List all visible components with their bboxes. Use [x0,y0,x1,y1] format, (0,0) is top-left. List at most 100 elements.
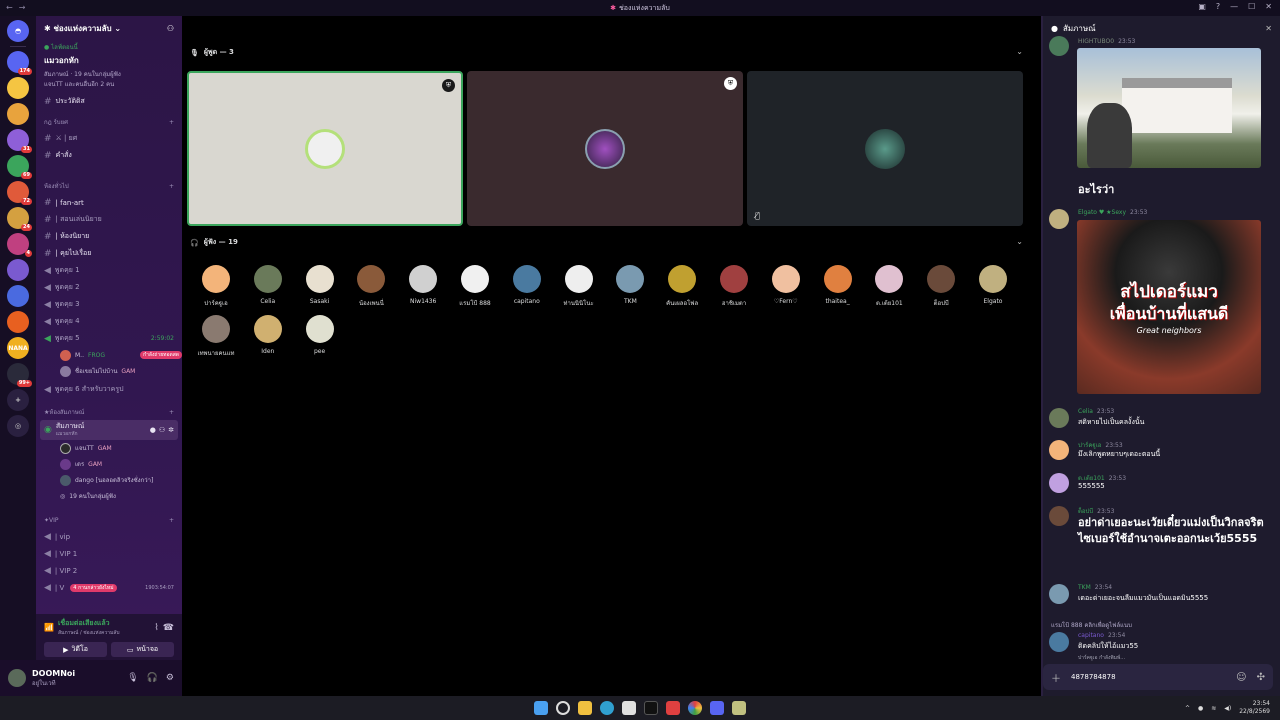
inbox-icon[interactable]: ▣ [1198,2,1206,11]
server-icon[interactable]: 99+ [7,363,32,387]
voice-channel-5[interactable]: ◀ พูดคุย 5 2:59:02 [36,330,182,347]
emoji-icon[interactable]: ☺ [1236,672,1246,683]
voice-user[interactable]: M.. FROG กำลังถ่ายทอดสด [36,347,182,363]
channel-history[interactable]: # ประวัติดิส [36,93,182,110]
microphone-icon[interactable]: 🎙 [127,673,138,683]
listener[interactable]: pee [295,315,345,355]
speaker-tile[interactable]: 🎙̸ [747,71,1023,226]
server-icon[interactable]: 72 [7,181,32,205]
listener[interactable]: ปาร์คฐูเอ [191,265,241,308]
edge-icon[interactable] [600,701,614,715]
voice-channel-2[interactable]: ◀ พูดคุย 2 [36,279,182,296]
vip-channel-3[interactable]: ◀ | V 4 กานกล่าวยังไหม่ 1903:54:07 [36,579,182,596]
noise-suppression-icon[interactable]: ⌇ [154,623,158,633]
server-icon[interactable]: 69 [7,155,32,179]
clock[interactable]: 23:54 22/8/2569 [1239,700,1270,716]
add-channel-icon[interactable]: + [169,119,174,126]
app-icon[interactable] [732,701,746,715]
chevron-up-icon[interactable]: ^ [1185,705,1190,712]
server-icon[interactable]: 24 [7,207,32,231]
listener[interactable]: น้องเพนนี่ [346,265,396,308]
listener[interactable]: TKM [605,265,655,305]
listener[interactable]: ท่านนินิโนะ [554,265,604,308]
channel-fan-art[interactable]: # | fan-art [36,194,182,211]
maximize-button[interactable]: ☐ [1248,2,1255,11]
listener[interactable]: ต.เต้ย101 [864,265,914,308]
close-icon[interactable]: ✕ [1265,24,1272,33]
vip-channel-2[interactable]: ◀ | VIP 2 [36,562,182,579]
signal-icon[interactable]: 📶 [44,623,54,632]
discover-icon[interactable]: ◎ [7,415,29,437]
add-channel-icon[interactable]: + [169,183,174,190]
message-avatar[interactable] [1049,632,1069,652]
chevron-down-icon[interactable]: ⌄ [1016,237,1023,246]
nav-arrows[interactable]: ← → [6,3,25,12]
listener[interactable]: คันเผลอโฟล [657,265,707,308]
listener[interactable]: แรมโป้ 888 [450,265,500,308]
live-event-card[interactable]: ● ไลฟ์ตอนนี้ แมวอกหัก สัมภาษณ์ · 19 คนใน… [36,40,182,93]
message-author[interactable]: Celia 23:53 [1078,408,1114,415]
server-header[interactable]: ✱ ช่องแห่งความลับ ⌄ ⚇ [36,16,182,40]
channel-commands[interactable]: # คำสั่ง [36,147,182,164]
app-icon[interactable] [666,701,680,715]
chrome-icon[interactable] [688,701,702,715]
start-icon[interactable] [534,701,548,715]
chat-input[interactable]: 4878784878 [1071,673,1116,681]
category-general[interactable]: ห้องทั่วไป + [36,178,182,194]
volume-icon[interactable]: ◀) [1224,705,1231,712]
chevron-down-icon[interactable]: ⌄ [1016,47,1023,56]
server-icon[interactable]: 4 [7,233,32,257]
help-icon[interactable]: ? [1216,2,1220,11]
category-rules[interactable]: กฎ ร์บยศ + [36,114,182,130]
chat-input-box[interactable]: ＋ 4878784878 ☺ ✣ [1043,664,1273,690]
user-settings-icon[interactable]: ⚙ [166,673,174,683]
user-avatar[interactable] [8,669,26,687]
add-user-icon[interactable]: ⚇ [167,24,174,33]
stage-user[interactable]: แจนTT GAM [36,440,182,456]
server-icon[interactable] [7,103,29,125]
discord-home-icon[interactable]: ◓ [7,20,29,42]
spider-cat-poster[interactable]: สไปเดอร์แมว เพื่อนบ้านที่แสนดี Great nei… [1077,220,1261,394]
reply-preview[interactable]: แรมโป้ 888 คลิกเพื่อดูไฟล์แนบ [1051,620,1132,630]
settings-icon[interactable]: ✲ [168,426,174,434]
listener[interactable]: Iden [243,315,293,355]
channel-chat[interactable]: # | คุยไปเรื่อย [36,245,182,262]
file-explorer-icon[interactable] [578,701,592,715]
disconnect-icon[interactable]: ☎ [163,623,174,633]
back-icon[interactable]: ← [6,3,13,12]
listener[interactable]: ต็อปบี [916,265,966,308]
listener[interactable]: ฮาชิเมตา [709,265,759,308]
stage-audience[interactable]: ◎ 19 คนในกลุ่มผู้ฟัง [36,488,182,504]
vip-channel-1[interactable]: ◀ | VIP 1 [36,545,182,562]
server-icon[interactable]: 31 [7,129,32,153]
listener[interactable]: capitano [502,265,552,305]
voice-channel-6[interactable]: ◀ พูดคุย 6 สำหรับวาครูป [36,381,182,398]
channel-rank[interactable]: # ⚔ | ยศ [36,130,182,147]
listener[interactable]: เทพนายคนแท [191,315,241,358]
message-avatar[interactable] [1049,473,1069,493]
listener[interactable]: thaitea_ [813,265,863,305]
speaker-tile[interactable]: ⛨ [187,71,463,226]
store-icon[interactable] [622,701,636,715]
voice-channel-4[interactable]: ◀ พูดคุย 4 [36,313,182,330]
voice-channel-3[interactable]: ◀ พูดคุย 3 [36,296,182,313]
invite-icon[interactable]: ⚇ [159,426,165,434]
channel-novel[interactable]: # | ห้องนิยาย [36,228,182,245]
listener[interactable]: Niw1436 [398,265,448,305]
message-avatar[interactable] [1049,584,1069,604]
server-icon[interactable] [7,311,29,333]
minimize-button[interactable]: — [1230,2,1238,11]
server-icon[interactable]: NANA [7,337,29,359]
new-message-badge[interactable]: 4 กานกล่าวยังไหม่ [70,583,117,592]
stage-user[interactable]: เดร GAM [36,456,182,472]
voice-channel-1[interactable]: ◀ พูดคุย 1 [36,262,182,279]
close-window-button[interactable]: ✕ [1265,2,1272,11]
message-avatar[interactable] [1049,36,1069,56]
video-button[interactable]: ▶ วิดีโอ [44,642,107,657]
tiktok-icon[interactable] [644,701,658,715]
chat-icon[interactable]: ● [150,426,156,434]
system-tray[interactable]: ^ ● ≋ ◀) 23:54 22/8/2569 [1185,700,1270,716]
speaker-tile[interactable]: ⛨ [467,71,743,226]
listener[interactable]: Celia [243,265,293,305]
headphones-icon[interactable]: 🎧 [147,673,158,683]
